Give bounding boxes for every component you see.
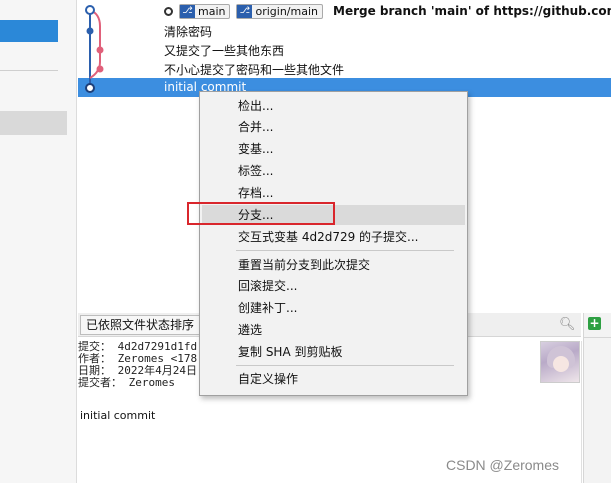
commit-row[interactable]: ⎇ main ⎇ origin/main Merge branch 'main'… [78, 0, 611, 19]
commit-history: ⎇ main ⎇ origin/main Merge branch 'main'… [78, 0, 611, 100]
commit-context-menu: 检出... 合并... 变基... 标签... 存档... 分支... 交互式变… [199, 91, 468, 396]
menu-item-create-patch[interactable]: 创建补丁... [202, 298, 465, 318]
commit-message: Merge branch 'main' of https://github.co… [333, 4, 611, 18]
plus-icon[interactable]: + [588, 317, 601, 330]
menu-item-copy-sha[interactable]: 复制 SHA 到剪贴板 [202, 342, 465, 362]
panel-divider [581, 341, 582, 483]
commit-tags: ⎇ main ⎇ origin/main Merge branch 'main'… [164, 3, 611, 19]
commit-message: 不小心提交了密码和一些其他文件 [164, 63, 345, 77]
menu-item-tag[interactable]: 标签... [202, 161, 465, 181]
sidebar-divider [0, 70, 58, 71]
commit-node [85, 5, 95, 15]
menu-item-custom-actions[interactable]: 自定义操作 [202, 369, 465, 389]
watermark: CSDN @Zeromes [446, 457, 560, 473]
commit-message: 又提交了一些其他东西 [164, 44, 285, 58]
menu-item-interactive-rebase[interactable]: 交互式变基 4d2d729 的子提交... [202, 227, 465, 247]
commit-node [86, 27, 94, 35]
avatar [540, 341, 580, 383]
commit-row[interactable]: 又提交了一些其他东西 [78, 40, 611, 59]
head-ring-icon [164, 6, 173, 16]
sidebar [0, 0, 77, 483]
menu-item-reset[interactable]: 重置当前分支到此次提交 [202, 255, 465, 275]
commit-graph-lines [85, 5, 104, 93]
commit-node [96, 46, 104, 54]
menu-item-checkout[interactable]: 检出... [202, 96, 465, 116]
menu-item-cherry-pick[interactable]: 遴选 [202, 320, 465, 340]
menu-separator [236, 365, 454, 366]
commit-full-message: initial commit [80, 409, 156, 422]
branch-tag-main[interactable]: ⎇ main [179, 3, 231, 19]
search-icon[interactable]: 🔍︎ [559, 317, 576, 332]
menu-separator [236, 250, 454, 251]
staged-files-strip: + [583, 313, 611, 483]
sidebar-item[interactable] [0, 111, 67, 135]
branch-tag-origin-main[interactable]: ⎇ origin/main [236, 3, 323, 19]
commit-node [96, 65, 104, 73]
highlight-annotation-box [187, 202, 335, 225]
commit-row[interactable]: 清除密码 [78, 21, 611, 40]
branch-icon: ⎇ [180, 4, 195, 18]
commit-row[interactable]: 不小心提交了密码和一些其他文件 [78, 59, 611, 78]
sidebar-selected-item[interactable] [0, 20, 58, 42]
branch-icon: ⎇ [237, 4, 253, 18]
menu-item-revert[interactable]: 回滚提交... [202, 276, 465, 296]
menu-item-archive[interactable]: 存档... [202, 183, 465, 203]
commit-node [85, 83, 95, 93]
menu-item-merge[interactable]: 合并... [202, 117, 465, 137]
menu-item-rebase[interactable]: 变基... [202, 139, 465, 159]
commit-message: 清除密码 [164, 25, 213, 39]
